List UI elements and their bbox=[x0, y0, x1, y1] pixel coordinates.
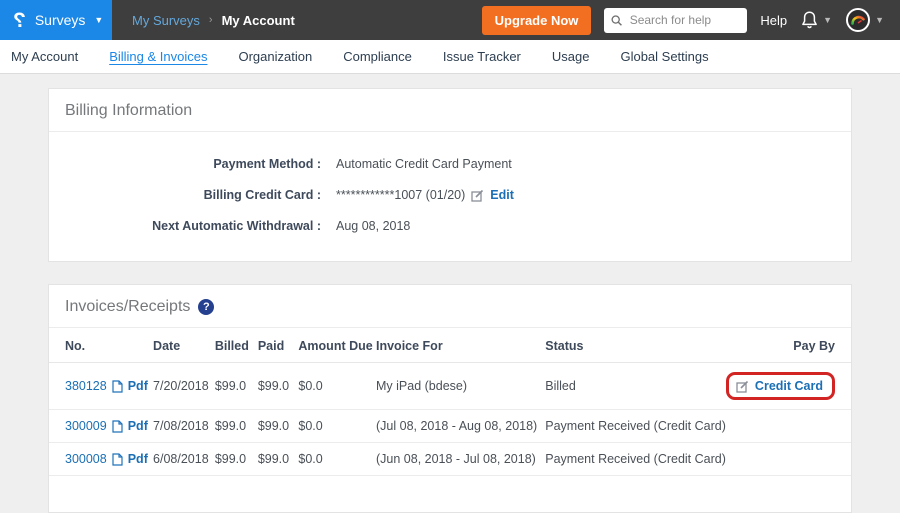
table-row: 300008 Pdf 6/08/2018 $99.0 $99.0 $0.0 (J… bbox=[49, 443, 851, 476]
product-switcher[interactable]: ? Surveys ▼ bbox=[0, 0, 112, 40]
invoices-table: No. Date Billed Paid Amount Due Invoice … bbox=[49, 328, 851, 476]
pay-by-credit-card-link[interactable]: Credit Card bbox=[755, 379, 823, 393]
col-pay-by: Pay By bbox=[726, 328, 851, 363]
col-paid: Paid bbox=[258, 328, 299, 363]
help-icon[interactable]: ? bbox=[198, 299, 214, 315]
questionpro-logo-icon: ? bbox=[13, 10, 26, 31]
breadcrumb-separator-icon: › bbox=[209, 14, 213, 26]
billing-information-panel: Billing Information Payment Method : Aut… bbox=[48, 88, 852, 262]
payment-method-value: Automatic Credit Card Payment bbox=[336, 157, 512, 171]
edit-icon bbox=[736, 380, 749, 393]
bell-icon bbox=[800, 10, 819, 30]
billing-information-title: Billing Information bbox=[49, 89, 851, 132]
pdf-file-icon[interactable] bbox=[112, 453, 123, 466]
panel-bottom-spacer bbox=[49, 476, 851, 512]
invoice-status: Payment Received (Credit Card) bbox=[545, 443, 726, 476]
tab-my-account[interactable]: My Account bbox=[11, 49, 78, 64]
invoice-number-link[interactable]: 300008 bbox=[65, 452, 107, 466]
chevron-down-icon: ▼ bbox=[875, 16, 884, 25]
notifications-menu[interactable]: ▼ bbox=[800, 10, 832, 30]
col-invoice-for: Invoice For bbox=[376, 328, 545, 363]
breadcrumb: My Surveys › My Account bbox=[132, 13, 295, 28]
col-status: Status bbox=[545, 328, 726, 363]
table-header-row: No. Date Billed Paid Amount Due Invoice … bbox=[49, 328, 851, 363]
invoice-for: (Jul 08, 2018 - Aug 08, 2018) bbox=[376, 410, 545, 443]
tab-usage[interactable]: Usage bbox=[552, 49, 590, 64]
pdf-link[interactable]: Pdf bbox=[128, 452, 148, 466]
invoice-amount-due: $0.0 bbox=[298, 410, 376, 443]
invoice-paid: $99.0 bbox=[258, 410, 299, 443]
table-row: 380128 Pdf 7/20/2018 $99.0 $99.0 $0.0 My… bbox=[49, 363, 851, 410]
payment-method-row: Payment Method : Automatic Credit Card P… bbox=[49, 157, 851, 171]
breadcrumb-my-surveys[interactable]: My Surveys bbox=[132, 13, 200, 28]
invoice-paid: $99.0 bbox=[258, 363, 299, 410]
help-search-box[interactable] bbox=[604, 8, 747, 33]
billing-credit-card-label: Billing Credit Card : bbox=[49, 188, 321, 202]
invoice-amount-due: $0.0 bbox=[298, 443, 376, 476]
invoice-status: Billed bbox=[545, 363, 726, 410]
invoice-date: 7/20/2018 bbox=[153, 363, 215, 410]
product-menu-label[interactable]: Surveys bbox=[35, 12, 86, 28]
chevron-down-icon: ▼ bbox=[823, 16, 832, 25]
edit-card-link[interactable]: Edit bbox=[490, 188, 514, 202]
billing-information-body: Payment Method : Automatic Credit Card P… bbox=[49, 132, 851, 261]
account-menu[interactable]: ▼ bbox=[845, 7, 884, 33]
col-amount-due: Amount Due bbox=[298, 328, 376, 363]
upgrade-now-button[interactable]: Upgrade Now bbox=[482, 6, 592, 35]
avatar bbox=[845, 7, 871, 33]
tab-organization[interactable]: Organization bbox=[238, 49, 312, 64]
billing-credit-card-value: ************1007 (01/20) Edit bbox=[336, 188, 514, 202]
page-content: Billing Information Payment Method : Aut… bbox=[0, 74, 900, 513]
pdf-link[interactable]: Pdf bbox=[128, 419, 148, 433]
invoice-number-link[interactable]: 380128 bbox=[65, 379, 107, 393]
search-input[interactable] bbox=[628, 12, 741, 28]
invoice-amount-due: $0.0 bbox=[298, 363, 376, 410]
invoices-receipts-title: Invoices/Receipts bbox=[65, 298, 190, 316]
breadcrumb-current: My Account bbox=[222, 13, 295, 28]
tab-compliance[interactable]: Compliance bbox=[343, 49, 412, 64]
header-actions: Upgrade Now Help ▼ bbox=[482, 6, 900, 35]
payment-method-label: Payment Method : bbox=[49, 157, 321, 171]
tab-global-settings[interactable]: Global Settings bbox=[620, 49, 708, 64]
invoices-receipts-header: Invoices/Receipts ? bbox=[49, 285, 851, 328]
help-link[interactable]: Help bbox=[760, 13, 787, 28]
invoice-for: My iPad (bdese) bbox=[376, 363, 545, 410]
pdf-file-icon[interactable] bbox=[112, 380, 123, 393]
pdf-link[interactable]: Pdf bbox=[128, 379, 148, 393]
next-withdrawal-row: Next Automatic Withdrawal : Aug 08, 2018 bbox=[49, 219, 851, 233]
invoice-status: Payment Received (Credit Card) bbox=[545, 410, 726, 443]
search-icon bbox=[611, 14, 622, 27]
next-withdrawal-label: Next Automatic Withdrawal : bbox=[49, 219, 321, 233]
credit-card-highlight-annotation: Credit Card bbox=[726, 372, 835, 400]
col-billed: Billed bbox=[215, 328, 258, 363]
top-header: ? Surveys ▼ My Surveys › My Account Upgr… bbox=[0, 0, 900, 40]
tab-billing-invoices[interactable]: Billing & Invoices bbox=[109, 49, 207, 64]
account-nav-tabs: My Account Billing & Invoices Organizati… bbox=[0, 40, 900, 74]
invoice-number-link[interactable]: 300009 bbox=[65, 419, 107, 433]
pdf-file-icon[interactable] bbox=[112, 420, 123, 433]
chevron-down-icon: ▼ bbox=[94, 16, 103, 25]
col-date: Date bbox=[153, 328, 215, 363]
billing-credit-card-row: Billing Credit Card : ************1007 (… bbox=[49, 188, 851, 202]
table-row: 300009 Pdf 7/08/2018 $99.0 $99.0 $0.0 (J… bbox=[49, 410, 851, 443]
tab-issue-tracker[interactable]: Issue Tracker bbox=[443, 49, 521, 64]
invoice-date: 7/08/2018 bbox=[153, 410, 215, 443]
invoice-billed: $99.0 bbox=[215, 443, 258, 476]
invoice-date: 6/08/2018 bbox=[153, 443, 215, 476]
edit-icon bbox=[471, 189, 484, 202]
invoice-billed: $99.0 bbox=[215, 410, 258, 443]
invoice-paid: $99.0 bbox=[258, 443, 299, 476]
invoice-billed: $99.0 bbox=[215, 363, 258, 410]
invoice-for: (Jun 08, 2018 - Jul 08, 2018) bbox=[376, 443, 545, 476]
col-no: No. bbox=[49, 328, 153, 363]
masked-card-number: ************1007 (01/20) bbox=[336, 188, 465, 202]
next-withdrawal-value: Aug 08, 2018 bbox=[336, 219, 410, 233]
invoices-receipts-panel: Invoices/Receipts ? No. Date Billed Paid… bbox=[48, 284, 852, 513]
